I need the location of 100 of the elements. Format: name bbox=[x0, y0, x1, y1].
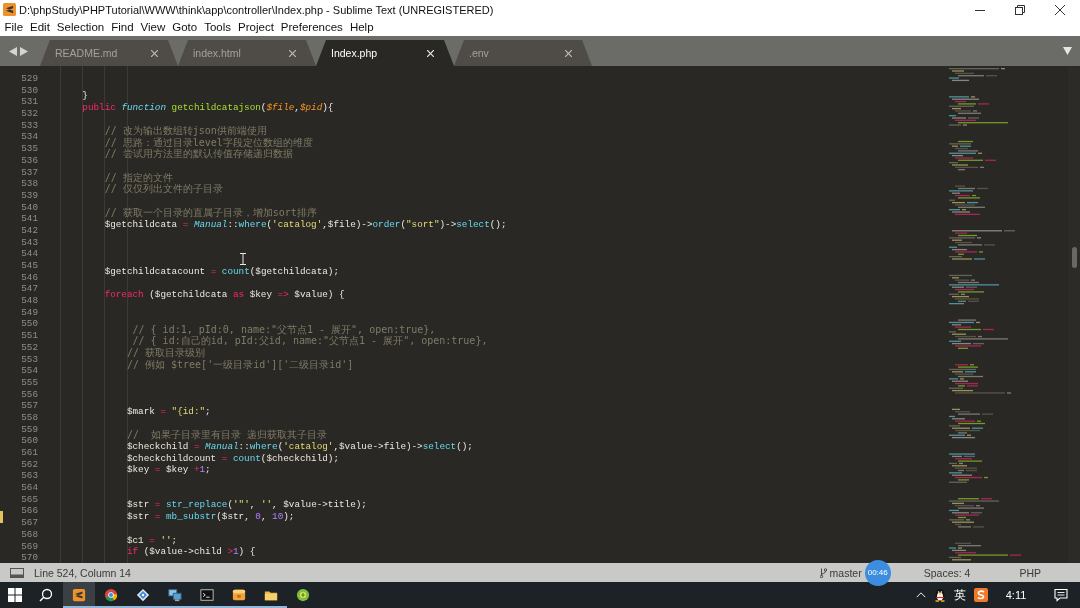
line-number: 535 bbox=[21, 143, 38, 155]
line-number: 570 bbox=[21, 552, 38, 563]
code-line: $getchildcatacount = count($getchildcata); bbox=[104, 265, 339, 278]
code-line: $getchildcata = Manual::where('catalog',$file)->order("sort")->select(); bbox=[104, 218, 507, 231]
line-number: 563 bbox=[21, 470, 38, 482]
line-number: 546 bbox=[21, 271, 38, 283]
code-line: // 指定的文件 bbox=[104, 171, 173, 184]
code-line: // 改为输出数组转json供前端使用 bbox=[104, 124, 267, 137]
line-number: 530 bbox=[21, 84, 38, 96]
line-number: 557 bbox=[21, 400, 38, 412]
app-logo-icon bbox=[3, 3, 16, 16]
line-number: 545 bbox=[21, 260, 38, 271]
line-number: 569 bbox=[21, 540, 38, 552]
line-number: 543 bbox=[21, 236, 38, 248]
line-number: 531 bbox=[21, 96, 38, 108]
line-number: 555 bbox=[21, 376, 38, 388]
chevron-up-icon[interactable] bbox=[915, 590, 926, 600]
menu-item[interactable]: Find bbox=[107, 20, 138, 35]
line-number: 536 bbox=[21, 154, 38, 166]
scrollbar-thumb[interactable] bbox=[1072, 247, 1077, 268]
menu-item[interactable]: Edit bbox=[26, 20, 54, 35]
left-arrow-icon[interactable] bbox=[9, 46, 17, 56]
line-number: 556 bbox=[21, 388, 38, 400]
line-number: 562 bbox=[21, 458, 38, 470]
menu-item[interactable]: Tools bbox=[200, 20, 235, 35]
code-line: if ($value->child >1) { bbox=[126, 546, 256, 558]
code-line: // 尝试用方法里的默认传值存储递归数据 bbox=[104, 148, 293, 161]
input-method-indicator[interactable]: 英 bbox=[949, 582, 971, 608]
line-number: 552 bbox=[21, 341, 38, 353]
line-number: 529 bbox=[21, 73, 38, 84]
line-number: 534 bbox=[21, 131, 38, 143]
round-app-icon bbox=[296, 588, 310, 602]
line-number: 541 bbox=[21, 213, 38, 225]
terminal-icon bbox=[200, 588, 214, 602]
line-number: 568 bbox=[21, 528, 38, 540]
code-line: // 思路：通过目录level字段定位数组的维度 bbox=[104, 136, 313, 149]
line-number: 553 bbox=[21, 353, 38, 365]
text-cursor-icon bbox=[240, 253, 246, 265]
line-number: 567 bbox=[21, 517, 38, 529]
code-line: $checkchildcount = count($checkchild); bbox=[126, 452, 339, 465]
menu-item[interactable]: Help bbox=[346, 20, 378, 35]
syntax-setting[interactable]: PHP bbox=[1019, 566, 1041, 579]
line-number: 540 bbox=[21, 201, 38, 213]
line-number: 561 bbox=[21, 447, 38, 458]
indentation-setting[interactable]: Spaces: 4 bbox=[923, 566, 971, 579]
diamond-icon bbox=[136, 588, 150, 602]
code-line: $checkchild = Manual::where('catalog',$value->file)->select(); bbox=[126, 441, 473, 453]
code-line: // { id:自己的id, pId:父id, name:"父节点1 - 展开", open:true}, bbox=[132, 335, 488, 347]
s-tile-icon[interactable] bbox=[973, 588, 988, 602]
line-number: 539 bbox=[21, 189, 38, 201]
code-line: // 如果子目录里有目录 递归获取其子目录 bbox=[126, 428, 328, 442]
s-tile-icon bbox=[72, 588, 86, 602]
menu-item[interactable]: Goto bbox=[168, 20, 201, 35]
code-line: foreach ($getchildcata as $key => $value) { bbox=[104, 289, 345, 301]
tab[interactable]: Index.php bbox=[316, 40, 454, 66]
line-number: 548 bbox=[21, 295, 38, 307]
computers-icon bbox=[168, 588, 182, 602]
code-line: } bbox=[82, 90, 88, 103]
menu-item[interactable]: View bbox=[137, 20, 169, 35]
line-number: 532 bbox=[21, 108, 38, 120]
line-number: 550 bbox=[21, 318, 38, 330]
branch-name[interactable]: master bbox=[829, 566, 862, 579]
box-icon bbox=[232, 588, 246, 602]
menu-item[interactable]: Preferences bbox=[277, 20, 347, 35]
line-number: 533 bbox=[21, 119, 38, 131]
code-line: public function getchildcatajson($file,$pid){ bbox=[82, 102, 334, 114]
start-icon bbox=[8, 588, 22, 602]
branch-icon bbox=[819, 567, 827, 578]
code-line: $str = mb_substr($str, 0, 10); bbox=[126, 511, 295, 523]
dropdown-caret-icon[interactable] bbox=[1063, 47, 1072, 55]
line-number: 560 bbox=[21, 435, 38, 447]
right-arrow-icon[interactable] bbox=[20, 46, 28, 56]
code-line: $str = str_replace('"', '', $value->title); bbox=[126, 499, 367, 512]
line-number: 544 bbox=[21, 248, 38, 260]
code-line: // 仅仅列出文件的子目录 bbox=[104, 183, 223, 197]
panel-icon[interactable] bbox=[10, 567, 24, 578]
menu-item[interactable]: Selection bbox=[53, 20, 108, 35]
line-number: 554 bbox=[21, 365, 38, 377]
line-number: 542 bbox=[21, 224, 38, 236]
window-title: D:\phpStudy\PHPTutorial\WWW\think\app\controller\Index.php - Sublime Text (UNREGISTERED) bbox=[19, 3, 494, 16]
notification-icon[interactable] bbox=[1054, 588, 1068, 602]
menu-item[interactable]: Project bbox=[234, 20, 278, 35]
code-line: $key = $key +1; bbox=[126, 464, 211, 477]
code-line: $mark = "{id:"; bbox=[126, 405, 211, 418]
line-number: 558 bbox=[21, 411, 38, 423]
line-number: 559 bbox=[21, 423, 38, 435]
restore-icon bbox=[1015, 4, 1025, 15]
line-number: 551 bbox=[21, 330, 38, 342]
line-number: 564 bbox=[21, 482, 38, 494]
line-number: 549 bbox=[21, 306, 38, 318]
search-icon bbox=[39, 588, 53, 602]
line-number: 547 bbox=[21, 283, 38, 295]
close-icon bbox=[1055, 4, 1065, 15]
menu-item[interactable]: File bbox=[1, 20, 27, 35]
line-number: 537 bbox=[21, 166, 38, 178]
line-number: 565 bbox=[21, 493, 38, 505]
code-line: // 获取目录级别 bbox=[126, 347, 205, 360]
circle-logo-icon bbox=[104, 588, 118, 602]
line-number: 538 bbox=[21, 178, 38, 190]
clock[interactable]: 4:11 bbox=[990, 582, 1042, 608]
